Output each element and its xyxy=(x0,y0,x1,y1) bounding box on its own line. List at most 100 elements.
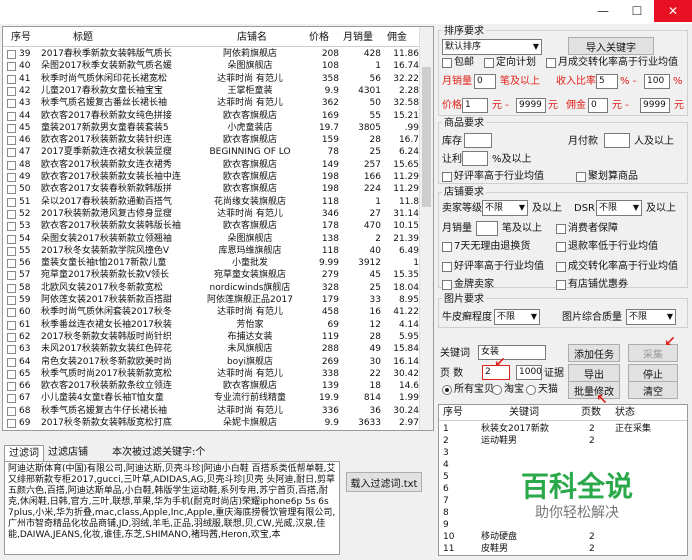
month-sales-input[interactable]: 0 xyxy=(474,74,496,89)
row-checkbox[interactable] xyxy=(7,74,16,84)
table-row[interactable]: 62 2017秋冬新款女装韩版时尚针织 布捕达女装 119 28 5.95 xyxy=(3,331,423,344)
row-checkbox[interactable] xyxy=(7,148,16,158)
table-row[interactable]: 42 儿童2017春秋款女童长袖宝宝 王掌柜童装 9.9 4301 2.28 xyxy=(3,85,423,98)
row-checkbox[interactable] xyxy=(7,406,16,416)
table-row[interactable]: 50 欧衣客2017女装春秋新款韩版拼 欧衣客旗舰店 198 224 11.29 xyxy=(3,183,423,196)
table-row[interactable]: 52 2017秋装新款港风复古修身显瘦 达菲时尚 有范儿 346 27 31.14 xyxy=(3,208,423,221)
table-row[interactable]: 63 未风2017秋装新款女装红色碎花 未风旗舰店 288 49 15.84 xyxy=(3,343,423,356)
table-row[interactable]: 58 北欧风女装2017秋冬新款宽松 nordicwinds旗舰店 328 25 18.0… xyxy=(3,282,423,295)
table-row[interactable]: 41 秋季时尚气质休闲印花长裙宽松 达菲时尚 有范儿 358 56 32.22 xyxy=(3,73,423,86)
product-good-rate-checkbox[interactable] xyxy=(442,172,452,182)
load-filter-button[interactable]: 载入过滤词.txt xyxy=(346,472,422,492)
row-checkbox[interactable] xyxy=(7,111,16,121)
stock-input[interactable] xyxy=(464,133,492,148)
table-row[interactable]: 64 帛色女装2017秋冬新款欧美时尚 boyi旗舰店 269 30 16.14 xyxy=(3,356,423,369)
dingxiang-checkbox[interactable] xyxy=(484,58,494,68)
table-row[interactable]: 53 欧衣客2017秋装新款女装韩版长袖 欧衣客旗舰店 178 470 10.15 xyxy=(3,220,423,233)
psoriasis-select[interactable]: 不限 ▼ xyxy=(494,309,540,325)
row-checkbox[interactable] xyxy=(7,222,16,232)
clear-button[interactable]: 清空 xyxy=(628,381,678,399)
row-checkbox[interactable] xyxy=(7,246,16,256)
row-checkbox[interactable] xyxy=(7,394,16,404)
row-checkbox[interactable] xyxy=(7,197,16,207)
row-checkbox[interactable] xyxy=(7,234,16,244)
table-row[interactable]: 49 欧衣客2017秋装新款女装长袖中连 欧衣客旗舰店 198 166 11.29 xyxy=(3,171,423,184)
table-row[interactable]: 44 欧衣客2017春秋新款女纯色拼接 欧衣客旗舰店 169 55 15.21 xyxy=(3,110,423,123)
row-checkbox[interactable] xyxy=(7,50,16,59)
task-col-index[interactable]: 序号 xyxy=(443,407,463,419)
row-checkbox[interactable] xyxy=(7,173,16,182)
price-min-input[interactable]: 1 xyxy=(462,98,488,113)
col-header-index[interactable]: 序号 xyxy=(11,31,31,44)
filter-words-textarea[interactable]: 阿迪达斯体育(中国)有限公司,阿迪达斯,贝壳斗珍|阿迪小白鞋 百搭系类低帮单鞋,… xyxy=(4,461,340,555)
table-row[interactable]: 46 欧衣客2017秋装新款女装针织连 欧衣客旗舰店 159 28 16.7 xyxy=(3,134,423,147)
col-header-sales[interactable]: 月销量 xyxy=(343,31,373,44)
table-row[interactable]: 43 秋季气质名媛复古番丝长裙长袖 达菲时尚 有范儿 362 50 32.58 xyxy=(3,97,423,110)
row-checkbox[interactable] xyxy=(7,345,16,355)
task-row[interactable]: 2 运动鞋男 2 xyxy=(439,435,687,447)
ratio-min-input[interactable]: 5 xyxy=(596,74,618,89)
task-col-status[interactable]: 状态 xyxy=(615,407,635,419)
col-header-title[interactable]: 标题 xyxy=(73,31,93,44)
col-header-shop[interactable]: 店铺名 xyxy=(237,31,267,44)
seven-day-checkbox[interactable] xyxy=(442,242,452,252)
row-checkbox[interactable] xyxy=(7,382,16,392)
task-col-pages[interactable]: 页数 xyxy=(581,407,601,419)
baoyou-checkbox[interactable] xyxy=(442,58,452,68)
row-checkbox[interactable] xyxy=(7,369,16,379)
table-row[interactable]: 48 欧衣客2017秋装新款女连衣裙秀 欧衣客旗舰店 149 257 15.65 xyxy=(3,159,423,172)
shop-month-sales-input[interactable] xyxy=(476,221,498,236)
shop-good-rate-checkbox[interactable] xyxy=(442,262,452,272)
row-checkbox[interactable] xyxy=(7,136,16,146)
row-checkbox[interactable] xyxy=(7,86,16,96)
task-row[interactable]: 1 秋装女2017新款 2 正在采集 xyxy=(439,423,687,435)
dsr-select[interactable]: 不限 ▼ xyxy=(596,200,642,216)
ratio-max-input[interactable]: 100 xyxy=(644,74,670,89)
row-checkbox[interactable] xyxy=(7,160,16,170)
row-checkbox[interactable] xyxy=(7,296,16,305)
seller-level-select[interactable]: 不限 ▼ xyxy=(482,200,528,216)
row-checkbox[interactable] xyxy=(7,62,16,72)
row-checkbox[interactable] xyxy=(7,419,16,428)
table-row[interactable]: 59 阿依莲女装2017秋装新款百搭甜 阿依莲旗舰正品2017 179 33 8.95 xyxy=(3,294,423,307)
table-row[interactable]: 40 朵图2017秋季女装新款气质名媛 朵图旗舰店 108 1 16.74 xyxy=(3,60,423,73)
refund-checkbox[interactable] xyxy=(556,242,566,252)
conv-checkbox[interactable] xyxy=(556,262,566,272)
tmall-radio[interactable] xyxy=(526,385,536,395)
table-row[interactable]: 68 秋季气质名媛复古牛仔长裙长袖 达菲时尚 有范儿 336 36 30.24 xyxy=(3,405,423,418)
taobao-radio[interactable] xyxy=(492,385,502,395)
sort-select[interactable]: 默认排序 ▼ xyxy=(442,39,542,55)
row-checkbox[interactable] xyxy=(7,357,16,367)
tab-filter-words[interactable]: 过滤词 xyxy=(4,445,44,461)
stop-button[interactable]: 停止 xyxy=(628,364,678,382)
col-header-price[interactable]: 价格 xyxy=(309,31,329,44)
table-row[interactable]: 66 欧衣客2017秋装新款条纹立领连 欧衣客旗舰店 139 18 14.6 xyxy=(3,380,423,393)
table-row[interactable]: 57 宛草童2017秋装新款长款V领长 宛草童女装旗舰店 279 45 15.35 xyxy=(3,269,423,282)
maximize-button[interactable]: ☐ xyxy=(620,0,654,22)
export-button[interactable]: 导出 xyxy=(568,364,620,382)
table-row[interactable]: 54 朵图女装2017秋装新款立领翘袖 朵图旗舰店 138 2 21.39 xyxy=(3,233,423,246)
keyword-input[interactable]: 女装 xyxy=(478,345,546,360)
table-row[interactable]: 55 2017秋冬女装新款学院风撞色V 库恩玛维旗舰店 118 40 6.49 xyxy=(3,245,423,258)
table-row[interactable]: 67 小儿童装4女童t春长袖T恤女童 专业流行前线精童 19.9 814 1.99 xyxy=(3,392,423,405)
commission-max-input[interactable]: 9999 xyxy=(640,98,670,113)
table-row[interactable]: 61 秋季番丝连衣裙女长袖2017秋装 芳怡家 69 12 4.14 xyxy=(3,319,423,332)
row-checkbox[interactable] xyxy=(7,320,16,330)
row-checkbox[interactable] xyxy=(7,259,16,269)
col-header-commission[interactable]: 佣金 xyxy=(387,31,407,44)
month-pay-input[interactable] xyxy=(604,133,630,148)
delay-input[interactable]: 1000 xyxy=(516,365,542,380)
table-row[interactable]: 51 朵以2017春秋装新款通勤百搭气 花尚缘女装旗舰店 118 1 11.8 xyxy=(3,196,423,209)
gold-checkbox[interactable] xyxy=(442,280,452,290)
table-row[interactable]: 45 童装2017新款男女童春装套装5 小虎童装店 19.7 3805 .99 xyxy=(3,122,423,135)
row-checkbox[interactable] xyxy=(7,185,16,195)
table-row[interactable]: 39 2017春秋季新款女装韩版气质长 阿依莉旗舰店 208 428 11.86 xyxy=(3,48,423,61)
task-col-keyword[interactable]: 关键词 xyxy=(509,407,539,419)
minimize-button[interactable]: — xyxy=(586,0,620,22)
import-keywords-button[interactable]: 导入关键字 xyxy=(568,37,654,55)
all-items-radio[interactable] xyxy=(442,385,452,395)
row-checkbox[interactable] xyxy=(7,271,16,281)
table-row[interactable]: 69 2017秋冬新款女装韩版宽松打底 朵妮卡旗舰店 9.9 3633 2.97 xyxy=(3,417,423,430)
price-max-input[interactable]: 9999 xyxy=(516,98,546,113)
rebate-input[interactable] xyxy=(462,151,488,166)
